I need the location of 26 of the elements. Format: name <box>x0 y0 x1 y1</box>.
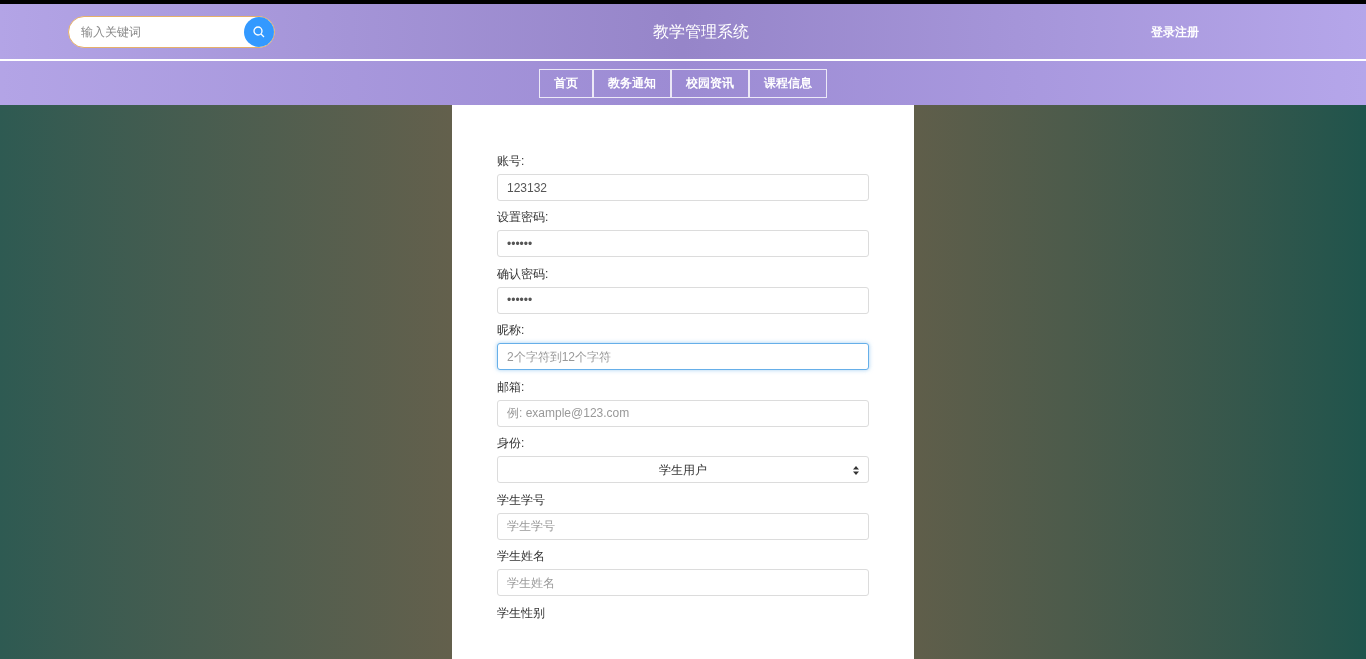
nav-tab[interactable]: 教务通知 <box>593 68 671 98</box>
field-label: 学生姓名 <box>497 548 546 566</box>
nav-tab[interactable]: 课程信息 <box>749 68 827 98</box>
field-label: 邮箱: <box>497 378 526 396</box>
nav-tab[interactable]: 首页 <box>539 68 593 98</box>
input-field[interactable]: 例: example@123.com <box>497 399 869 427</box>
field-label: 确认密码: <box>497 265 550 283</box>
search-icon <box>253 25 265 38</box>
field-label: 账号: <box>497 153 526 170</box>
field-label: 学生性别 <box>497 604 546 622</box>
field-label: 身份: <box>497 435 526 453</box>
input-field[interactable]: •••••• <box>497 230 869 258</box>
field-label: 学生学号 <box>497 491 546 509</box>
input-field[interactable]: 学生姓名 <box>497 569 869 597</box>
input-field[interactable]: 123132 <box>497 174 869 201</box>
search-field[interactable]: 输入关键词 <box>68 15 275 48</box>
input-field[interactable]: 2个字符到12个字符 <box>497 343 869 371</box>
input-field[interactable]: •••••• <box>497 286 869 314</box>
login-register-link[interactable]: 登录注册 <box>1151 22 1199 41</box>
field-label: 昵称: <box>497 322 526 340</box>
site-title: 教学管理系统 <box>653 21 749 42</box>
field-label: 设置密码: <box>497 209 550 227</box>
input-field[interactable]: 学生学号 <box>497 512 869 540</box>
nav-tab[interactable]: 校园资讯 <box>671 68 749 98</box>
sort-arrows-icon <box>853 466 859 476</box>
select-field[interactable]: 学生用户 <box>497 456 869 484</box>
